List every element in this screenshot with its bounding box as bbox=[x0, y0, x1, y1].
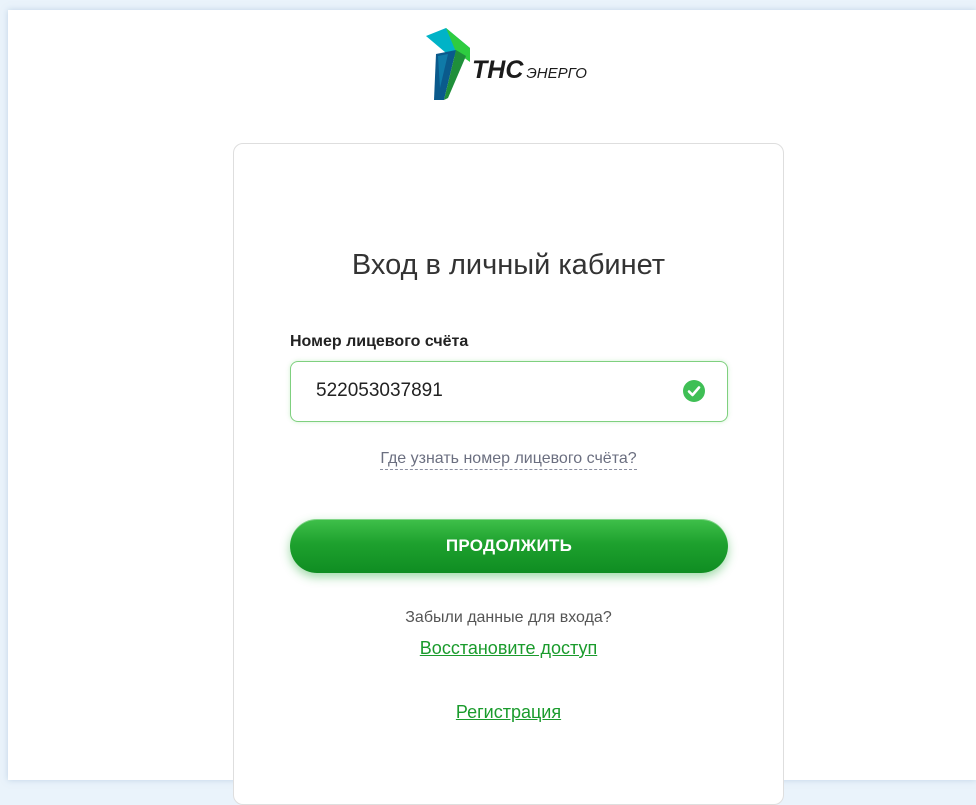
login-card: Вход в личный кабинет Номер лицевого счё… bbox=[233, 143, 784, 805]
forgot-credentials-text: Забыли данные для входа? bbox=[405, 609, 612, 626]
check-circle-icon bbox=[683, 380, 705, 402]
register-link[interactable]: Регистрация bbox=[456, 702, 561, 722]
account-number-label: Номер лицевого счёта bbox=[290, 333, 469, 350]
logo-mark-icon bbox=[426, 28, 470, 100]
where-to-find-account-link[interactable]: Где узнать номер лицевого счёта? bbox=[380, 450, 637, 470]
help-link-row: Где узнать номер лицевого счёта? bbox=[234, 450, 783, 470]
account-number-input[interactable] bbox=[316, 362, 676, 419]
account-number-field-wrapper[interactable] bbox=[290, 361, 728, 422]
restore-access-link[interactable]: Восстановите доступ bbox=[420, 638, 597, 658]
logo-text: ТНС ЭНЕРГО bbox=[472, 56, 587, 85]
brand-name: ТНС bbox=[472, 56, 524, 84]
page-title: Вход в личный кабинет bbox=[351, 249, 666, 281]
restore-access-row: Восстановите доступ bbox=[234, 638, 783, 659]
continue-button[interactable]: ПРОДОЛЖИТЬ bbox=[290, 519, 728, 573]
brand-suffix: ЭНЕРГО bbox=[526, 65, 587, 82]
page-frame: ТНС ЭНЕРГО Вход в личный кабинет Номер ли… bbox=[8, 10, 976, 805]
register-row: Регистрация bbox=[234, 702, 783, 723]
brand-logo[interactable]: ТНС ЭНЕРГО bbox=[426, 28, 626, 100]
